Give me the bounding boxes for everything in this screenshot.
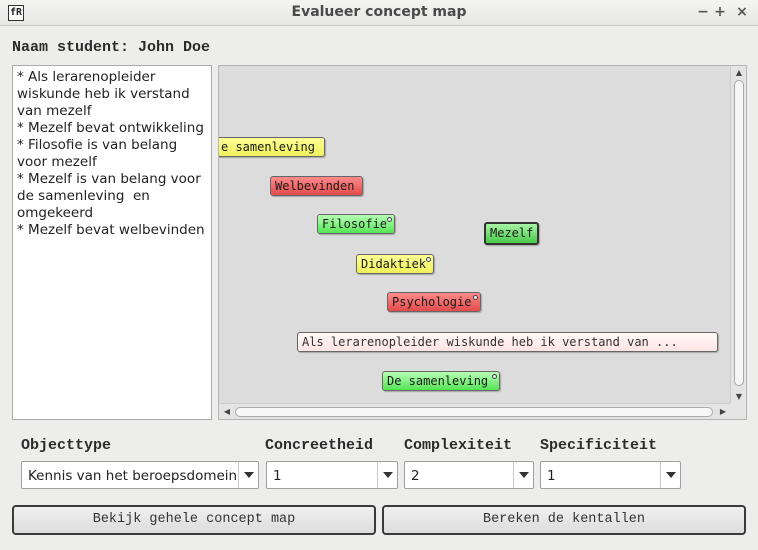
chevron-down-icon[interactable] — [660, 462, 680, 488]
node-label: Psychologie — [392, 295, 472, 309]
title-bar[interactable]: fR Evalueer concept map − + × — [0, 0, 758, 26]
minimize-button[interactable]: − — [694, 3, 712, 21]
compute-metrics-button[interactable]: Bereken de kentallen — [382, 505, 746, 535]
statement-item[interactable]: * Als lerarenopleider wiskunde heb ik ve… — [17, 69, 207, 120]
statement-item[interactable]: * Filosofie is van belang voor mezelf — [17, 137, 207, 171]
statement-item[interactable]: * Mezelf bevat ontwikkeling — [17, 120, 207, 137]
concept-node-welbevinden[interactable]: Welbevinden — [270, 176, 363, 196]
app-window: fR Evalueer concept map − + × Naam stude… — [0, 0, 758, 550]
statement-item[interactable]: * Mezelf bevat welbevinden — [17, 222, 207, 239]
complexiteit-value: 2 — [411, 468, 420, 484]
chevron-down-icon[interactable] — [377, 462, 397, 488]
concreetheid-select[interactable]: 1 — [266, 461, 398, 489]
concept-node-psychologie[interactable]: Psychologie — [387, 292, 481, 312]
specificiteit-label: Specificiteit — [540, 437, 658, 454]
node-handle[interactable] — [492, 374, 497, 379]
window-title: Evalueer concept map — [291, 4, 467, 20]
concept-node-mezelf[interactable]: Mezelf — [484, 222, 539, 245]
node-handle[interactable] — [387, 217, 392, 222]
specificiteit-value: 1 — [547, 468, 556, 484]
node-label: Didaktiek — [361, 257, 427, 271]
maximize-button[interactable]: + — [711, 3, 729, 21]
concept-node-didaktiek[interactable]: Didaktiek — [356, 254, 434, 274]
horizontal-scrollbar[interactable]: ◀ ▶ — [219, 403, 731, 419]
node-handle[interactable] — [473, 295, 478, 300]
concept-node-filosofie[interactable]: Filosofie — [317, 214, 395, 234]
chevron-down-icon[interactable] — [238, 462, 258, 488]
concept-node-samenleving-partial[interactable]: e samenleving — [219, 137, 325, 157]
node-label: De samenleving — [387, 374, 489, 388]
scroll-left-icon[interactable]: ◀ — [222, 407, 232, 417]
scroll-right-icon[interactable]: ▶ — [718, 407, 728, 417]
vertical-scroll-thumb[interactable] — [734, 80, 744, 386]
objecttype-value: Kennis van het beroepsdomein — [28, 468, 238, 484]
concept-node-statement[interactable]: Als lerarenopleider wiskunde heb ik vers… — [297, 332, 718, 352]
scroll-corner — [730, 403, 746, 419]
chevron-down-icon[interactable] — [513, 462, 533, 488]
scroll-down-icon[interactable]: ▼ — [734, 392, 744, 402]
complexiteit-select[interactable]: 2 — [404, 461, 534, 489]
objecttype-select[interactable]: Kennis van het beroepsdomein — [21, 461, 259, 489]
concept-map-view[interactable]: e samenleving Welbevinden Filosofie Meze… — [218, 65, 747, 420]
objecttype-label: Objecttype — [21, 437, 112, 454]
specificiteit-select[interactable]: 1 — [540, 461, 681, 489]
node-label: Filosofie — [322, 217, 388, 231]
node-handle[interactable] — [426, 257, 431, 262]
statement-item[interactable]: * Mezelf is van belang voor de samenlevi… — [17, 171, 207, 222]
student-name: Naam student: John Doe — [12, 39, 211, 56]
complexiteit-label: Complexiteit — [404, 437, 513, 454]
concept-node-de-samenleving[interactable]: De samenleving — [382, 371, 500, 391]
view-concept-map-button[interactable]: Bekijk gehele concept map — [12, 505, 376, 535]
horizontal-scroll-thumb[interactable] — [235, 407, 713, 417]
scroll-up-icon[interactable]: ▲ — [734, 68, 744, 78]
concreetheid-label: Concreetheid — [265, 437, 374, 454]
statements-list[interactable]: * Als lerarenopleider wiskunde heb ik ve… — [12, 65, 212, 420]
concreetheid-value: 1 — [273, 468, 282, 484]
close-button[interactable]: × — [733, 3, 751, 21]
concept-map-canvas[interactable]: e samenleving Welbevinden Filosofie Meze… — [219, 66, 731, 404]
vertical-scrollbar[interactable]: ▲ ▼ — [730, 66, 746, 404]
